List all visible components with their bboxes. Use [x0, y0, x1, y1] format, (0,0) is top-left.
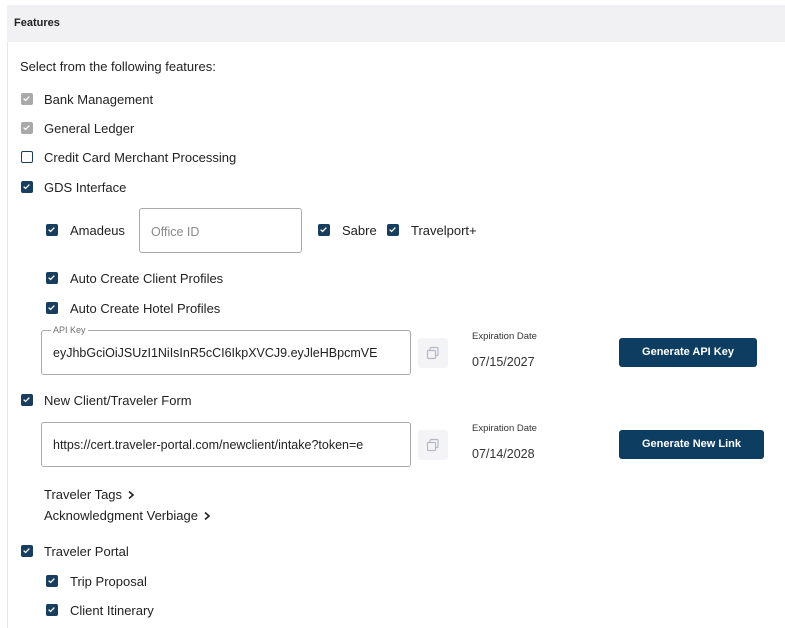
auto-hotel-checkbox[interactable] [46, 302, 58, 314]
client-itinerary-checkbox[interactable] [46, 604, 58, 616]
traveler-tags-link[interactable]: Traveler Tags [44, 487, 136, 502]
auto-client-checkbox[interactable] [46, 272, 58, 284]
gds-interface-checkbox[interactable] [21, 181, 33, 193]
section-header: Features [7, 5, 785, 42]
checkmark-icon [48, 305, 55, 311]
form-link-expiration-date: 07/14/2028 [472, 447, 535, 461]
amadeus-label: Amadeus [70, 223, 125, 238]
generate-new-link-button[interactable]: Generate New Link [619, 430, 764, 459]
api-key-field[interactable]: eyJhbGciOiJSUzI1NiIsInR5cCI6IkpXVCJ9.eyJ… [41, 330, 411, 375]
client-itinerary-label: Client Itinerary [70, 603, 154, 618]
chevron-right-icon [204, 511, 211, 521]
sabre-checkbox[interactable] [318, 224, 330, 236]
office-id-input[interactable]: Office ID [139, 208, 302, 253]
general-ledger-checkbox[interactable] [21, 122, 33, 134]
general-ledger-label: General Ledger [44, 121, 135, 136]
checkmark-icon [23, 96, 30, 102]
trip-proposal-checkbox[interactable] [46, 575, 58, 587]
bank-management-label: Bank Management [44, 92, 154, 107]
credit-card-checkbox[interactable] [21, 151, 33, 163]
api-key-expiration-date: 07/15/2027 [472, 355, 535, 369]
office-id-placeholder: Office ID [151, 225, 200, 239]
amadeus-checkbox[interactable] [46, 224, 58, 236]
trip-proposal-label: Trip Proposal [70, 574, 147, 589]
generate-api-key-button[interactable]: Generate API Key [619, 338, 757, 367]
travelport-label: Travelport+ [411, 223, 477, 238]
traveler-tags-label: Traveler Tags [44, 487, 123, 502]
copy-icon [426, 438, 439, 452]
checkmark-icon [320, 227, 327, 233]
gds-interface-label: GDS Interface [44, 180, 127, 195]
copy-link-button[interactable] [418, 430, 448, 460]
travelport-checkbox[interactable] [387, 224, 399, 236]
auto-client-label: Auto Create Client Profiles [70, 271, 224, 286]
form-link-field[interactable]: https://cert.traveler-portal.com/newclie… [41, 422, 411, 467]
checkmark-icon [23, 548, 30, 554]
copy-icon [426, 346, 439, 360]
form-link-value: https://cert.traveler-portal.com/newclie… [53, 438, 364, 452]
credit-card-label: Credit Card Merchant Processing [44, 150, 237, 165]
bank-management-checkbox[interactable] [21, 93, 33, 105]
checkmark-icon [23, 184, 30, 190]
checkmark-icon [48, 578, 55, 584]
section-title: Features [14, 17, 60, 29]
checkmark-icon [23, 125, 30, 131]
chevron-right-icon [128, 490, 135, 500]
checkmark-icon [48, 607, 55, 613]
new-client-form-checkbox[interactable] [21, 394, 33, 406]
new-client-form-label: New Client/Traveler Form [44, 393, 192, 408]
checkmark-icon [48, 227, 55, 233]
intro-text: Select from the following features: [20, 59, 216, 74]
traveler-portal-checkbox[interactable] [21, 545, 33, 557]
api-key-legend: API Key [51, 325, 88, 335]
ack-verbiage-link[interactable]: Acknowledgment Verbiage [44, 508, 212, 523]
ack-verbiage-label: Acknowledgment Verbiage [44, 508, 198, 523]
checkmark-icon [23, 397, 30, 403]
traveler-portal-label: Traveler Portal [44, 544, 129, 559]
api-key-expiration-label: Expiration Date [472, 331, 537, 342]
copy-api-key-button[interactable] [418, 338, 448, 368]
auto-hotel-label: Auto Create Hotel Profiles [70, 301, 221, 316]
form-link-expiration-label: Expiration Date [472, 423, 537, 434]
api-key-value: eyJhbGciOiJSUzI1NiIsInR5cCI6IkpXVCJ9.eyJ… [53, 346, 378, 360]
checkmark-icon [48, 275, 55, 281]
sabre-label: Sabre [342, 223, 377, 238]
checkmark-icon [389, 227, 396, 233]
